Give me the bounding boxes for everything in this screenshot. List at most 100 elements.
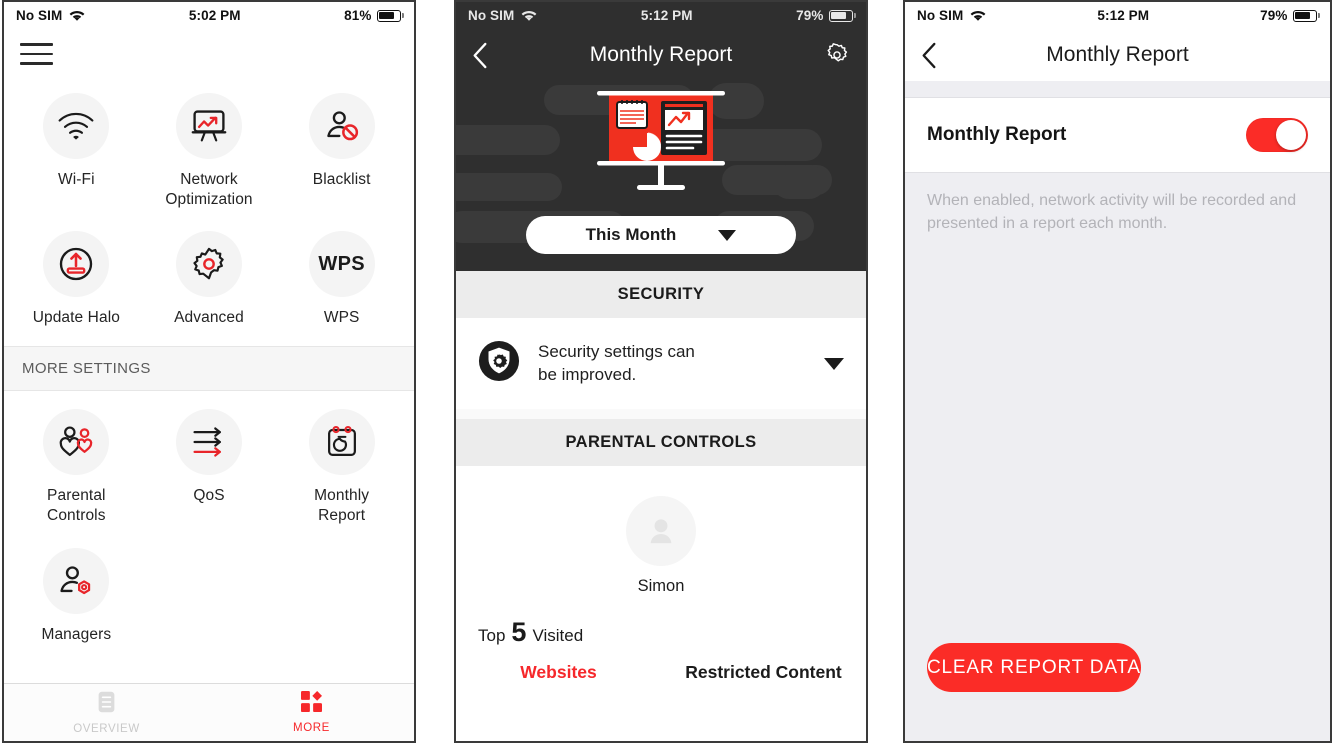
navigation-bar: Monthly Report	[905, 29, 1330, 81]
page-title: Monthly Report	[1046, 43, 1189, 66]
wps-icon-text: WPS	[318, 252, 365, 275]
phone-panel-monthly-report: No SIM 5:12 PM 79% Monthly Report This M…	[454, 0, 868, 743]
tile-parental-controls[interactable]: Parental Controls	[10, 399, 143, 538]
tile-label: Update Halo	[32, 309, 120, 327]
tile-label: Advanced	[174, 309, 244, 327]
wifi-icon	[970, 10, 986, 22]
action-zone: CLEAR REPORT DATA	[905, 643, 1330, 741]
phone-panel-more-settings: No SIM 5:02 PM 81% Wi-Fi Network Optimiz…	[2, 0, 416, 743]
top-suffix: Visited	[532, 626, 584, 645]
settings-content: Monthly Report When enabled, network act…	[905, 81, 1330, 741]
carrier-label: No SIM	[16, 8, 63, 23]
status-time: 5:02 PM	[188, 8, 241, 23]
tile-label: QoS	[193, 487, 225, 505]
security-status-row[interactable]: Security settings can be improved.	[456, 318, 866, 409]
chevron-left-icon[interactable]	[921, 42, 937, 69]
battery-icon	[1292, 9, 1320, 22]
user-card[interactable]: Simon	[456, 496, 866, 596]
period-dropdown[interactable]: This Month	[526, 216, 796, 254]
tile-label: Monthly Report	[314, 487, 370, 525]
battery-percent: 79%	[796, 8, 824, 23]
chevron-left-icon[interactable]	[472, 42, 488, 69]
section-divider	[456, 409, 866, 419]
user-manager-icon	[43, 547, 110, 614]
tile-managers[interactable]: Managers	[10, 538, 143, 657]
navigation-bar: Monthly Report	[456, 29, 866, 81]
monthly-report-toggle[interactable]	[1246, 118, 1308, 152]
tab-restricted-content[interactable]: Restricted Content	[661, 662, 866, 683]
tile-label: Parental Controls	[47, 487, 106, 525]
clear-report-data-button[interactable]: CLEAR REPORT DATA	[927, 643, 1141, 692]
security-status-text: Security settings can be improved.	[538, 341, 695, 384]
tile-wps[interactable]: WPS WPS	[275, 221, 408, 340]
tile-network-optimization[interactable]: Network Optimization	[143, 83, 276, 222]
tab-label: MORE	[293, 722, 330, 734]
status-bar: No SIM 5:12 PM 79%	[456, 2, 866, 29]
wifi-icon	[69, 10, 85, 22]
tile-label: Blacklist	[312, 170, 371, 188]
tab-websites[interactable]: Websites	[456, 662, 661, 683]
top-visited-heading: Top 5 Visited	[478, 617, 866, 648]
screenshot-stage: No SIM 5:02 PM 81% Wi-Fi Network Optimiz…	[0, 0, 1334, 743]
tile-monthly-report[interactable]: Monthly Report	[275, 399, 408, 538]
user-blocked-icon	[308, 92, 375, 159]
section-title-security: SECURITY	[456, 271, 866, 318]
top-prefix: Top	[478, 626, 506, 645]
section-title-parental-controls: PARENTAL CONTROLS	[456, 419, 866, 466]
toggle-knob	[1276, 120, 1306, 150]
toggle-label: Monthly Report	[927, 124, 1067, 145]
tile-label: Network Optimization	[165, 170, 253, 208]
phone-panel-monthly-report-settings: No SIM 5:12 PM 79% Monthly Report Monthl…	[903, 0, 1332, 743]
wifi-icon	[521, 10, 537, 22]
grid-more-icon	[301, 691, 322, 717]
status-bar: No SIM 5:12 PM 79%	[905, 2, 1330, 29]
gear-icon	[175, 231, 242, 298]
user-avatar-icon	[626, 496, 696, 566]
dropdown-value: This Month	[585, 225, 677, 244]
wps-text-icon: WPS	[308, 231, 375, 298]
tile-blacklist[interactable]: Blacklist	[275, 83, 408, 222]
hamburger-menu-icon[interactable]	[4, 29, 414, 75]
section-header-more-settings: MORE SETTINGS	[4, 346, 414, 392]
parental-controls-icon	[43, 409, 110, 476]
battery-icon	[376, 9, 404, 22]
tab-more[interactable]: MORE	[209, 684, 414, 741]
content-spacer	[905, 253, 1330, 643]
carrier-label: No SIM	[917, 8, 964, 23]
overview-list-icon	[97, 691, 116, 718]
gear-icon[interactable]	[824, 42, 850, 68]
status-bar: No SIM 5:02 PM 81%	[4, 2, 414, 29]
battery-icon	[828, 9, 856, 22]
status-time: 5:12 PM	[1097, 8, 1150, 23]
tile-qos[interactable]: QoS	[143, 399, 276, 538]
monitor-report-illustration	[561, 85, 761, 208]
qos-arrows-icon	[175, 409, 242, 476]
hero-banner: This Month	[456, 81, 866, 271]
monthly-report-toggle-row: Monthly Report	[905, 98, 1330, 173]
tab-label: OVERVIEW	[73, 722, 140, 735]
tile-advanced[interactable]: Advanced	[143, 221, 276, 340]
battery-percent: 81%	[344, 8, 372, 23]
carrier-label: No SIM	[468, 8, 515, 23]
wifi-icon	[43, 92, 110, 159]
tile-label: Managers	[41, 625, 112, 643]
upload-update-icon	[43, 231, 110, 298]
presentation-chart-icon	[175, 92, 242, 159]
tile-update-halo[interactable]: Update Halo	[10, 221, 143, 340]
tile-label: Wi-Fi	[58, 170, 95, 188]
chevron-down-icon	[718, 229, 737, 241]
top-number: 5	[511, 617, 527, 647]
tile-label: WPS	[323, 309, 360, 327]
calendar-report-icon	[308, 409, 375, 476]
parental-tab-strip: Websites Restricted Content	[456, 662, 866, 683]
tile-wifi[interactable]: Wi-Fi	[10, 83, 143, 222]
shield-gear-icon	[478, 340, 520, 387]
status-time: 5:12 PM	[640, 8, 693, 23]
parental-controls-body: Simon Top 5 Visited Websites Restricted …	[456, 466, 866, 683]
toggle-description: When enabled, network activity will be r…	[905, 173, 1330, 254]
user-name: Simon	[637, 577, 685, 595]
tab-overview[interactable]: OVERVIEW	[4, 684, 209, 741]
battery-percent: 79%	[1260, 8, 1288, 23]
page-title: Monthly Report	[589, 43, 733, 66]
chevron-down-icon[interactable]	[824, 357, 844, 370]
